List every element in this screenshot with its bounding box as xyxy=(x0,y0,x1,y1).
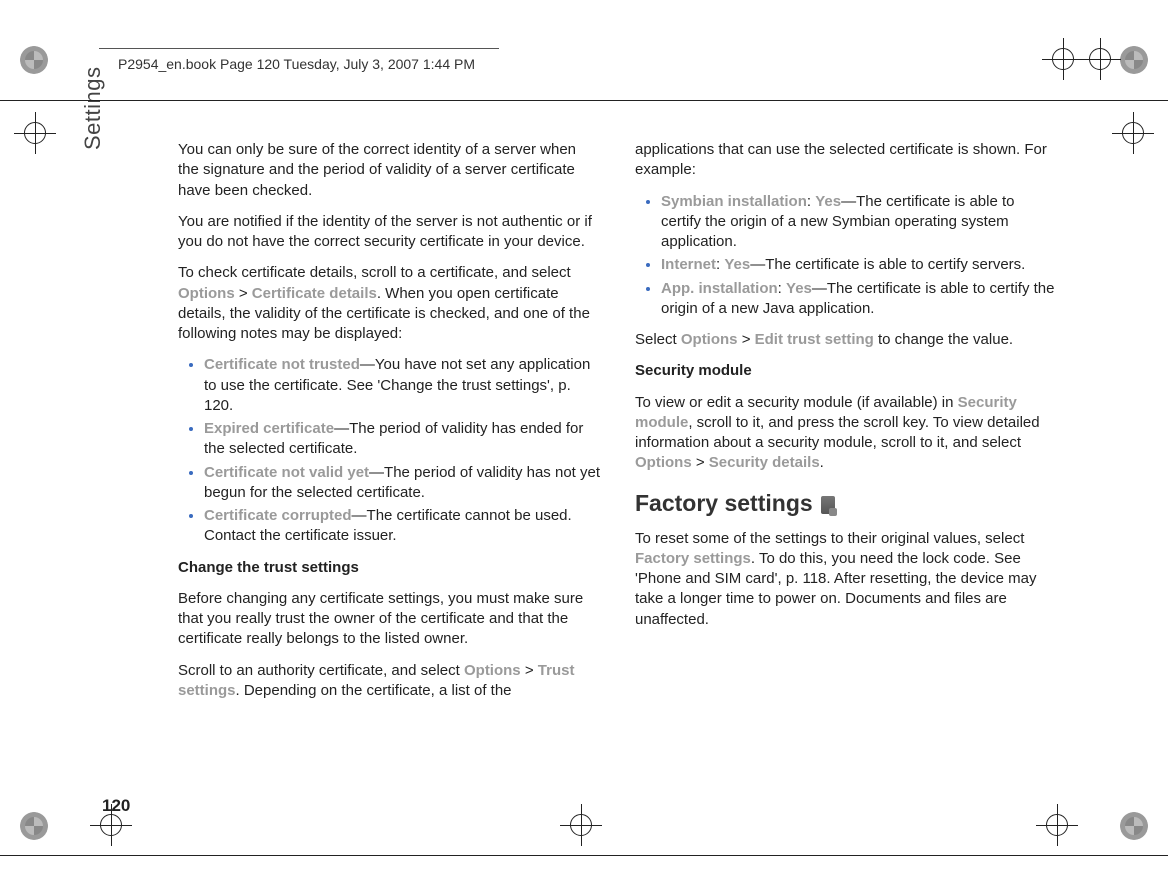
text-run: To reset some of the settings to their o… xyxy=(635,530,1024,547)
crosshair-icon xyxy=(20,118,50,148)
body-text: You are notified if the identity of the … xyxy=(178,212,601,253)
text-run: Scroll to an authority certificate, and … xyxy=(178,662,464,679)
body-text: To reset some of the settings to their o… xyxy=(635,529,1058,630)
header-rule xyxy=(99,48,499,49)
ui-label: Options xyxy=(178,285,235,302)
ui-label: Factory settings xyxy=(635,550,751,567)
text-run: > xyxy=(738,331,755,348)
section-side-label-text: Settings xyxy=(80,67,106,151)
ui-label: Certificate not valid yet xyxy=(204,464,369,481)
ui-label: Symbian installation xyxy=(661,193,807,210)
list-item: Certificate not trusted—You have not set… xyxy=(204,355,601,416)
ui-label: Internet xyxy=(661,256,716,273)
page-header-meta: P2954_en.book Page 120 Tuesday, July 3, … xyxy=(118,56,475,72)
column-right: applications that can use the selected c… xyxy=(635,140,1058,712)
subheading: Change the trust settings xyxy=(178,558,601,578)
ui-label: Edit trust setting xyxy=(755,331,874,348)
print-mark-icon xyxy=(1120,46,1148,74)
page-body: You can only be sure of the correct iden… xyxy=(178,140,1058,712)
crosshair-icon xyxy=(1085,44,1115,74)
list-item: Certificate corrupted—The certificate ca… xyxy=(204,506,601,547)
crosshair-icon xyxy=(566,810,596,840)
print-mark-icon xyxy=(1120,812,1148,840)
print-mark-icon xyxy=(20,46,48,74)
ui-label: Yes xyxy=(786,280,812,297)
body-text: Scroll to an authority certificate, and … xyxy=(178,661,601,702)
text-run: Select xyxy=(635,331,681,348)
text-run: > xyxy=(235,285,252,302)
text-run: To view or edit a security module (if av… xyxy=(635,394,958,411)
crop-rule xyxy=(0,100,1168,101)
ui-label: Options xyxy=(635,454,692,471)
text-run: , scroll to it, and press the scroll key… xyxy=(635,414,1040,451)
column-left: You can only be sure of the correct iden… xyxy=(178,140,601,712)
text-run: To check certificate details, scroll to … xyxy=(178,264,571,281)
section-side-label: Settings xyxy=(102,67,128,151)
body-text: applications that can use the selected c… xyxy=(635,140,1058,181)
bullet-list: Symbian installation: Yes—The certificat… xyxy=(635,192,1058,320)
text-run: : xyxy=(778,280,786,297)
subheading: Security module xyxy=(635,361,1058,381)
heading-text: Factory settings xyxy=(635,488,813,519)
text-run: > xyxy=(692,454,709,471)
list-item: Symbian installation: Yes—The certificat… xyxy=(661,192,1058,253)
crosshair-icon xyxy=(1048,44,1078,74)
body-text: To view or edit a security module (if av… xyxy=(635,393,1058,474)
ui-label: Yes xyxy=(815,193,841,210)
list-item: Internet: Yes—The certificate is able to… xyxy=(661,255,1058,275)
ui-label: Options xyxy=(464,662,521,679)
ui-label: Options xyxy=(681,331,738,348)
ui-label: Security details xyxy=(709,454,820,471)
list-item: Expired certificate—The period of validi… xyxy=(204,419,601,460)
ui-label: Expired certificate xyxy=(204,420,334,437)
bullet-list: Certificate not trusted—You have not set… xyxy=(178,355,601,546)
ui-label: Yes xyxy=(724,256,750,273)
crop-rule xyxy=(0,855,1168,856)
text-run: : xyxy=(807,193,815,210)
text-run: > xyxy=(521,662,538,679)
body-text: You can only be sure of the correct iden… xyxy=(178,140,601,201)
ui-label: App. installation xyxy=(661,280,778,297)
text-run: . Depending on the certificate, a list o… xyxy=(236,682,512,699)
text-run: —The certificate is able to certify serv… xyxy=(750,256,1025,273)
crosshair-icon xyxy=(1118,118,1148,148)
body-text: To check certificate details, scroll to … xyxy=(178,263,601,344)
text-run: . xyxy=(820,454,824,471)
body-text: Select Options > Edit trust setting to c… xyxy=(635,330,1058,350)
ui-label: Certificate details xyxy=(252,285,377,302)
crosshair-icon xyxy=(1042,810,1072,840)
ui-label: Certificate corrupted xyxy=(204,507,352,524)
factory-settings-icon xyxy=(821,496,835,514)
heading-factory-settings: Factory settings xyxy=(635,488,1058,519)
crosshair-icon xyxy=(96,810,126,840)
body-text: Before changing any certificate settings… xyxy=(178,589,601,650)
print-mark-icon xyxy=(20,812,48,840)
list-item: Certificate not valid yet—The period of … xyxy=(204,463,601,504)
list-item: App. installation: Yes—The certificate i… xyxy=(661,279,1058,320)
ui-label: Certificate not trusted xyxy=(204,356,360,373)
text-run: to change the value. xyxy=(874,331,1013,348)
